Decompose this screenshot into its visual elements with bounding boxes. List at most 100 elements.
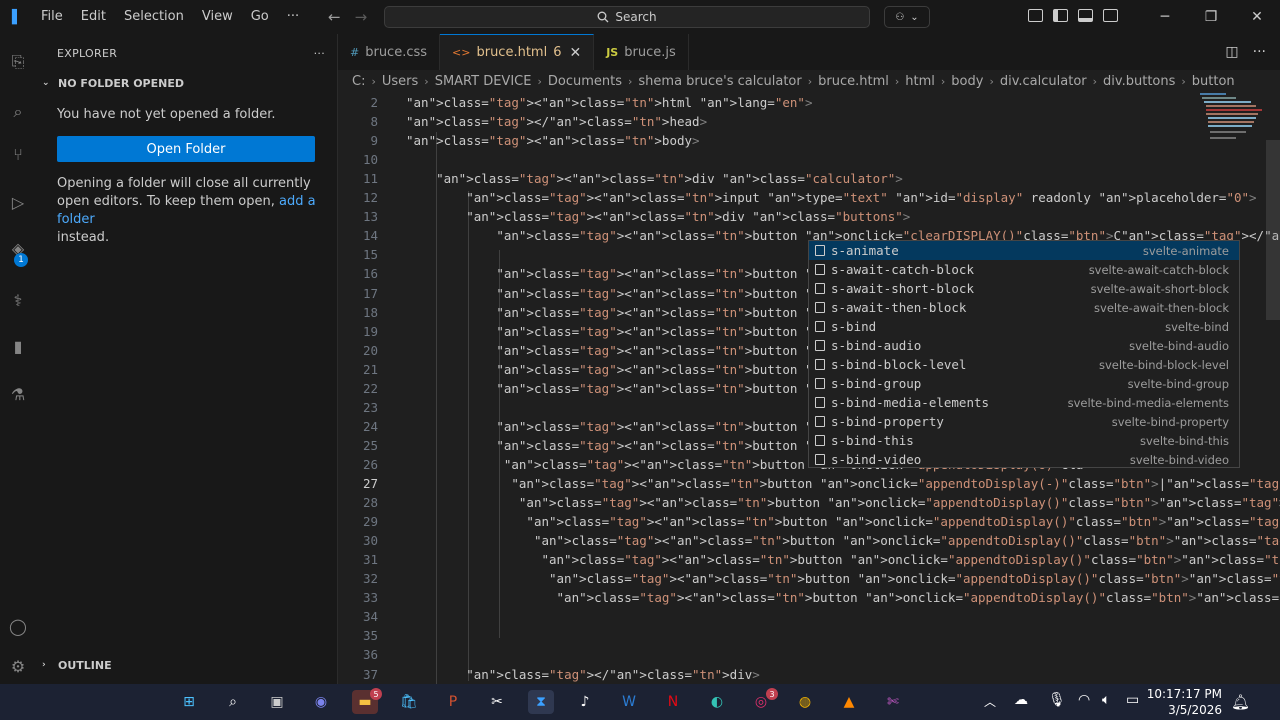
suggestion-item[interactable]: s-bind-this svelte-bind-this — [809, 431, 1239, 450]
code-line[interactable]: "an">class="tag"><"an">class="tn">body> — [406, 133, 700, 148]
tab-bruce-html[interactable]: <> bruce.html 6 ✕ — [440, 34, 595, 70]
powerpoint-icon[interactable]: P — [440, 690, 466, 714]
edge-icon[interactable]: ◐ — [704, 690, 730, 714]
split-editor-icon[interactable]: ◫ — [1225, 44, 1238, 60]
code-line[interactable]: "an">class="tag"><"an">class="tn">button… — [406, 533, 1280, 548]
suggestion-item[interactable]: s-bind svelte-bind — [809, 317, 1239, 336]
capcut-icon[interactable]: ✂ — [484, 690, 510, 714]
testing-icon[interactable]: ⚗ — [8, 384, 28, 404]
toggle-panel-icon[interactable] — [1078, 9, 1093, 22]
python-icon[interactable]: ⚕ — [8, 290, 28, 310]
suggestion-item[interactable]: s-await-catch-block svelte-await-catch-bl… — [809, 260, 1239, 279]
code-line[interactable]: "an">class="tag"><"an">class="tn">html "… — [406, 95, 812, 110]
toggle-primary-sidebar-icon[interactable] — [1053, 9, 1068, 22]
teams-icon[interactable]: ◉ — [308, 690, 334, 714]
outline-section-header[interactable]: › OUTLINE — [36, 654, 337, 676]
breadcrumb-item[interactable]: C: — [352, 74, 365, 89]
tab-bruce-js[interactable]: JS bruce.js — [594, 34, 689, 70]
vscode-icon[interactable]: ⧗ — [528, 690, 554, 714]
code-line[interactable]: "an">class="tag"><"an">class="tn">button… — [406, 552, 1280, 567]
search-icon[interactable]: ⌕ — [220, 690, 246, 714]
code-line[interactable]: "an">class="tag"></"an">class="tn">head> — [406, 114, 707, 129]
code-line[interactable]: "an">class="tag"><"an">class="tn">div "a… — [406, 209, 910, 224]
netflix-icon[interactable]: N — [660, 690, 686, 714]
menu-go[interactable]: Go — [242, 0, 278, 34]
breadcrumb-item[interactable]: shema bruce's calculator — [638, 74, 801, 89]
remote-explorer-icon[interactable]: ▮ — [8, 336, 28, 356]
menu-more[interactable]: ··· — [278, 0, 308, 34]
system-clock[interactable]: 10:17:17 PM 3/5/2026 — [1147, 686, 1222, 718]
suggestion-item[interactable]: s-animate svelte-animate — [809, 241, 1239, 260]
search-view-icon[interactable]: ⌕ — [8, 102, 28, 122]
breadcrumb-item[interactable]: bruce.html — [818, 74, 889, 89]
close-icon[interactable]: ✕ — [569, 45, 581, 61]
more-actions-icon[interactable]: ··· — [1253, 44, 1266, 60]
suggestion-item[interactable]: s-bind-block-level svelte-bind-block-leve… — [809, 355, 1239, 374]
suggestion-item[interactable]: s-await-short-block svelte-await-short-bl… — [809, 279, 1239, 298]
code-line[interactable]: "an">class="tag"><"an">class="tn">button… — [406, 495, 1280, 510]
breadcrumb-item[interactable]: button — [1192, 74, 1235, 89]
code-line[interactable]: "an">class="tag"><"an">class="tn">button… — [406, 514, 1280, 529]
battery-icon[interactable]: ▭ — [1126, 692, 1139, 708]
open-folder-button[interactable]: Open Folder — [57, 136, 315, 162]
suggestion-item[interactable]: s-await-then-block svelte-await-then-bloc… — [809, 298, 1239, 317]
chevron-up-icon[interactable]: ︿ — [984, 693, 996, 710]
suggestion-item[interactable]: s-bind-audio svelte-bind-audio — [809, 336, 1239, 355]
restore-icon[interactable]: ❐ — [1188, 0, 1234, 34]
copilot-button[interactable]: ⚇ ⌄ — [884, 6, 930, 28]
breadcrumb-item[interactable]: div.calculator — [1000, 74, 1087, 89]
menu-file[interactable]: File — [32, 0, 72, 34]
minimap[interactable] — [1196, 92, 1266, 152]
close-window-icon[interactable]: ✕ — [1234, 0, 1280, 34]
code-line[interactable]: "an">class="tag"><"an">class="tn">button… — [406, 476, 1280, 491]
back-arrow-icon[interactable]: ← — [328, 8, 341, 26]
wifi-icon[interactable]: ◠ — [1078, 692, 1090, 708]
instagram-icon[interactable]: ◎ 3 — [748, 688, 778, 714]
suggestion-item[interactable]: s-bind-media-elements svelte-bind-media-e… — [809, 393, 1239, 412]
microphone-icon[interactable]: 🎙︎ — [1048, 692, 1066, 708]
forward-arrow-icon[interactable]: → — [355, 8, 368, 26]
file-explorer-icon[interactable]: ▬ 5 — [352, 688, 382, 714]
breadcrumb-item[interactable]: div.buttons — [1103, 74, 1175, 89]
no-folder-section-header[interactable]: ⌄ NO FOLDER OPENED — [36, 72, 337, 94]
tab-bruce-css[interactable]: # bruce.css — [338, 34, 441, 70]
menu-view[interactable]: View — [193, 0, 242, 34]
breadcrumb-item[interactable]: SMART DEVICE — [435, 74, 532, 89]
start-icon[interactable]: ⊞ — [176, 690, 202, 714]
code-line[interactable]: "an">class="tag"><"an">class="tn">div "a… — [406, 171, 903, 186]
suggestion-item[interactable]: s-bind-property svelte-bind-property — [809, 412, 1239, 431]
toggle-secondary-sidebar-icon[interactable] — [1103, 9, 1118, 22]
code-line[interactable]: "an">class="tag"><"an">class="tn">button… — [406, 590, 1280, 605]
code-line[interactable]: "an">class="tag"></"an">class="tn">div> — [406, 667, 760, 682]
customize-layout-icon[interactable] — [1028, 9, 1043, 22]
breadcrumb-item[interactable]: Users — [382, 74, 418, 89]
explorer-files-icon[interactable]: ⎘ — [8, 52, 28, 72]
chrome-icon[interactable]: ◍ — [792, 690, 818, 714]
task-view-icon[interactable]: ▣ — [264, 690, 290, 714]
snipping-tool-icon[interactable]: ✄ — [880, 690, 906, 714]
more-actions-icon[interactable]: ··· — [314, 47, 325, 60]
breadcrumb-item[interactable]: html — [905, 74, 935, 89]
accounts-icon[interactable]: ◯ — [8, 616, 28, 636]
notification-bell-icon[interactable]: 🔔︎ — [1231, 693, 1250, 711]
menu-edit[interactable]: Edit — [72, 0, 115, 34]
minimize-icon[interactable]: ─ — [1142, 0, 1188, 34]
volume-icon[interactable]: 🔈︎ — [1102, 692, 1110, 708]
word-icon[interactable]: W — [616, 690, 642, 714]
onedrive-icon[interactable]: ☁ — [1014, 692, 1028, 708]
vertical-scrollbar[interactable] — [1266, 140, 1280, 320]
command-center-search[interactable]: Search — [384, 6, 870, 28]
vlc-icon[interactable]: ▲ — [836, 690, 862, 714]
run-debug-icon[interactable]: ▷ — [8, 192, 28, 212]
suggestion-item[interactable]: s-bind-group svelte-bind-group — [809, 374, 1239, 393]
source-control-icon[interactable]: ⑂ — [8, 144, 28, 164]
code-line[interactable]: "an">class="tag"><"an">class="tn">input … — [406, 190, 1256, 205]
breadcrumb-item[interactable]: Documents — [548, 74, 622, 89]
suggestion-item[interactable]: s-bind-video svelte-bind-video — [809, 450, 1239, 469]
store-icon[interactable]: 🛍︎ — [396, 690, 422, 714]
manage-gear-icon[interactable]: ⚙ — [8, 656, 28, 676]
tiktok-icon[interactable]: ♪ — [572, 690, 598, 714]
code-line[interactable]: "an">class="tag"><"an">class="tn">button… — [406, 571, 1280, 586]
breadcrumb-item[interactable]: body — [951, 74, 983, 89]
menu-selection[interactable]: Selection — [115, 0, 193, 34]
